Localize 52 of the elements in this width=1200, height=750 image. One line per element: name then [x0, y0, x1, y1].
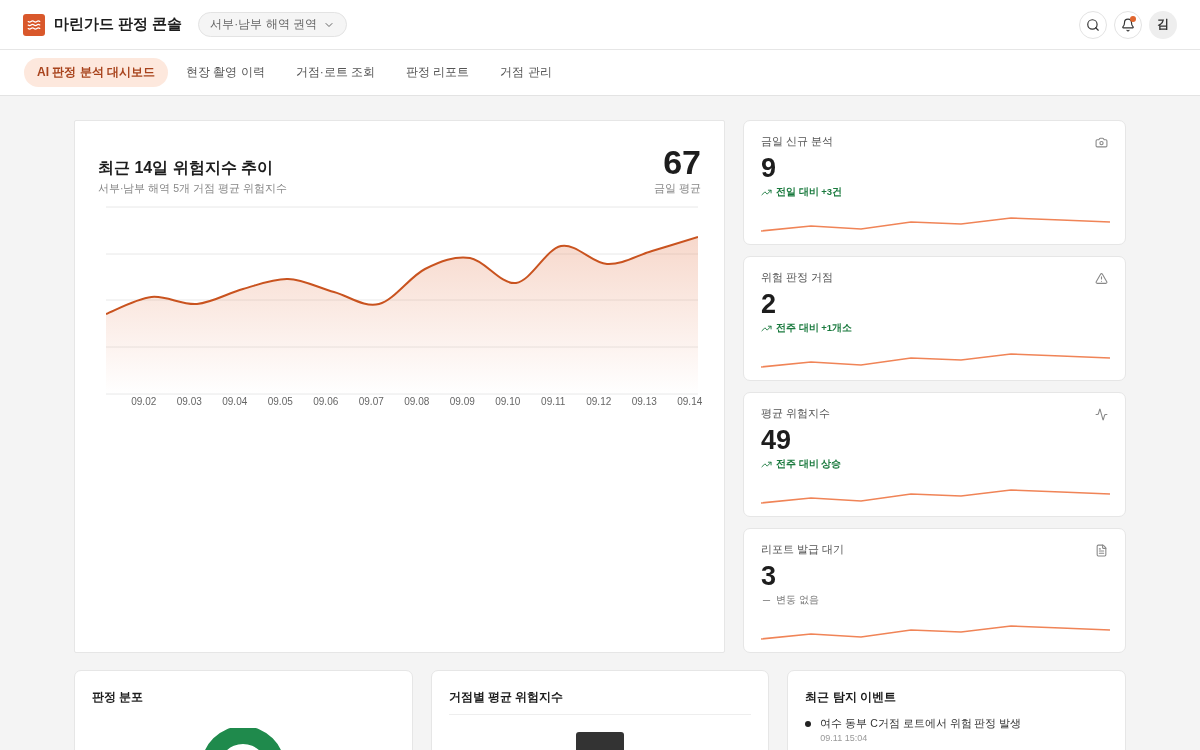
region-dropdown[interactable]: 서부·남부 해역 권역	[198, 12, 347, 37]
nav-tab[interactable]: 거점·로트 조회	[282, 58, 389, 87]
search-icon	[1086, 17, 1100, 32]
x-axis-label: 09.03	[175, 396, 203, 407]
notification-button[interactable]	[1114, 10, 1142, 39]
stat-value: 2	[761, 288, 778, 321]
x-axis-label: 09.14	[676, 396, 704, 407]
event-time: 09.11 15:04	[820, 733, 869, 743]
x-axis-label: 09.09	[448, 396, 476, 407]
panel-title: 최근 탐지 이벤트	[805, 689, 897, 706]
chart-subtitle: 서부·남부 해역 5개 거점 평균 위험지수	[98, 182, 287, 196]
panel-title: 판정 분포	[92, 689, 145, 706]
average-value: 67	[662, 145, 701, 179]
pulse-icon	[1095, 407, 1108, 421]
x-axis-label: 09.05	[266, 396, 294, 407]
stat-change: 변동 없음	[776, 594, 819, 608]
x-axis-label: 09.04	[221, 396, 249, 407]
warning-icon	[1095, 271, 1108, 285]
stat-value: 49	[761, 424, 793, 457]
event-bullet-icon	[805, 721, 812, 727]
stat-label: 리포트 발급 대기	[761, 543, 844, 557]
nav-tab[interactable]: 거점 관리	[487, 58, 565, 87]
app-title: 마린가드 판정 콘솔	[54, 15, 183, 34]
average-label: 금일 평균	[654, 182, 701, 196]
x-axis-label: 09.02	[130, 396, 158, 407]
chart-title: 최근 14일 위험지수 추이	[98, 158, 275, 178]
search-button[interactable]	[1079, 10, 1107, 39]
stat-label: 금일 신규 분석	[761, 135, 833, 149]
stat-change: 전주 대비 +1개소	[776, 322, 853, 336]
camera-icon	[1095, 135, 1108, 149]
x-axis-label: 09.13	[630, 396, 658, 407]
stat-change: 전주 대비 상승	[776, 458, 842, 472]
stat-label: 위험 판정 거점	[761, 271, 833, 285]
x-axis-label: 09.07	[357, 396, 385, 407]
nav-tab[interactable]: AI 판정 분석 대시보드	[24, 58, 168, 87]
bell-icon	[1121, 17, 1135, 32]
stat-label: 평균 위험지수	[761, 407, 830, 421]
document-icon	[1095, 543, 1108, 557]
stat-change: 전일 대비 +3건	[776, 186, 843, 200]
x-axis-label: 09.08	[403, 396, 431, 407]
nav-tab[interactable]: 판정 리포트	[393, 58, 483, 87]
nav-tab[interactable]: 현장 촬영 이력	[173, 58, 278, 87]
stat-value: 3	[761, 560, 778, 593]
x-axis-label: 09.11	[540, 396, 567, 407]
user-avatar[interactable]: 김	[1149, 10, 1177, 39]
x-axis-label: 09.10	[494, 396, 522, 407]
panel-title: 거점별 평균 위험지수	[448, 689, 565, 706]
x-axis-label: 09.06	[312, 396, 340, 407]
logo-icon	[23, 13, 45, 36]
event-text: 여수 동부 C거점 로트에서 위험 판정 발생	[820, 717, 1022, 731]
x-axis-label: 09.12	[585, 396, 613, 407]
stat-value: 9	[761, 152, 778, 185]
